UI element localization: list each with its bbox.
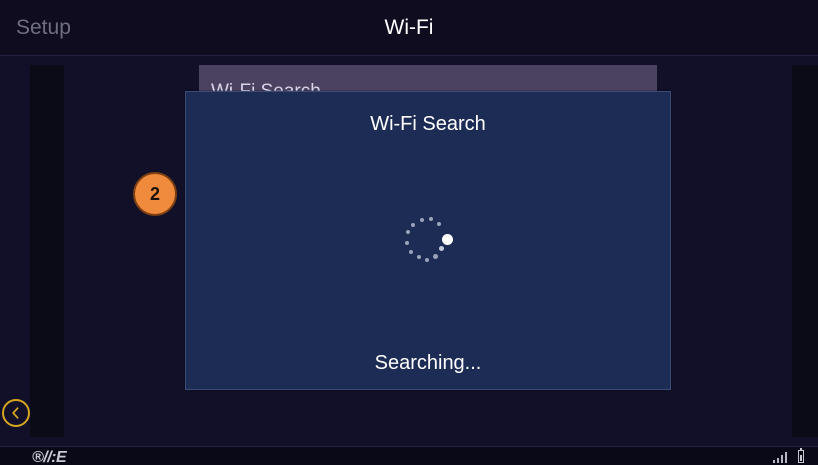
loading-spinner-icon: [397, 210, 457, 270]
right-side-panel: [792, 65, 818, 437]
back-button[interactable]: [2, 399, 30, 427]
step-number-badge: 2: [133, 172, 177, 216]
app-screen: Setup Wi-Fi Wi-Fi Search ®//:E Wi-Fi Sea…: [0, 0, 818, 465]
bottom-status-bar: ®//:E: [0, 446, 818, 465]
battery-icon: [798, 448, 804, 463]
signal-bars-icon: [773, 451, 791, 463]
search-status-text: Searching...: [374, 352, 482, 374]
wifi-search-dialog: Wi-Fi Search Searching...: [185, 91, 671, 390]
page-title: Wi-Fi: [384, 16, 434, 39]
setup-breadcrumb[interactable]: Setup: [16, 16, 71, 40]
dialog-title: Wi-Fi Search: [370, 113, 486, 135]
brand-logo: ®//:E: [32, 449, 67, 465]
back-chevron-icon: [12, 407, 19, 419]
left-side-panel: [30, 65, 64, 437]
top-bar: Setup Wi-Fi: [0, 0, 818, 56]
